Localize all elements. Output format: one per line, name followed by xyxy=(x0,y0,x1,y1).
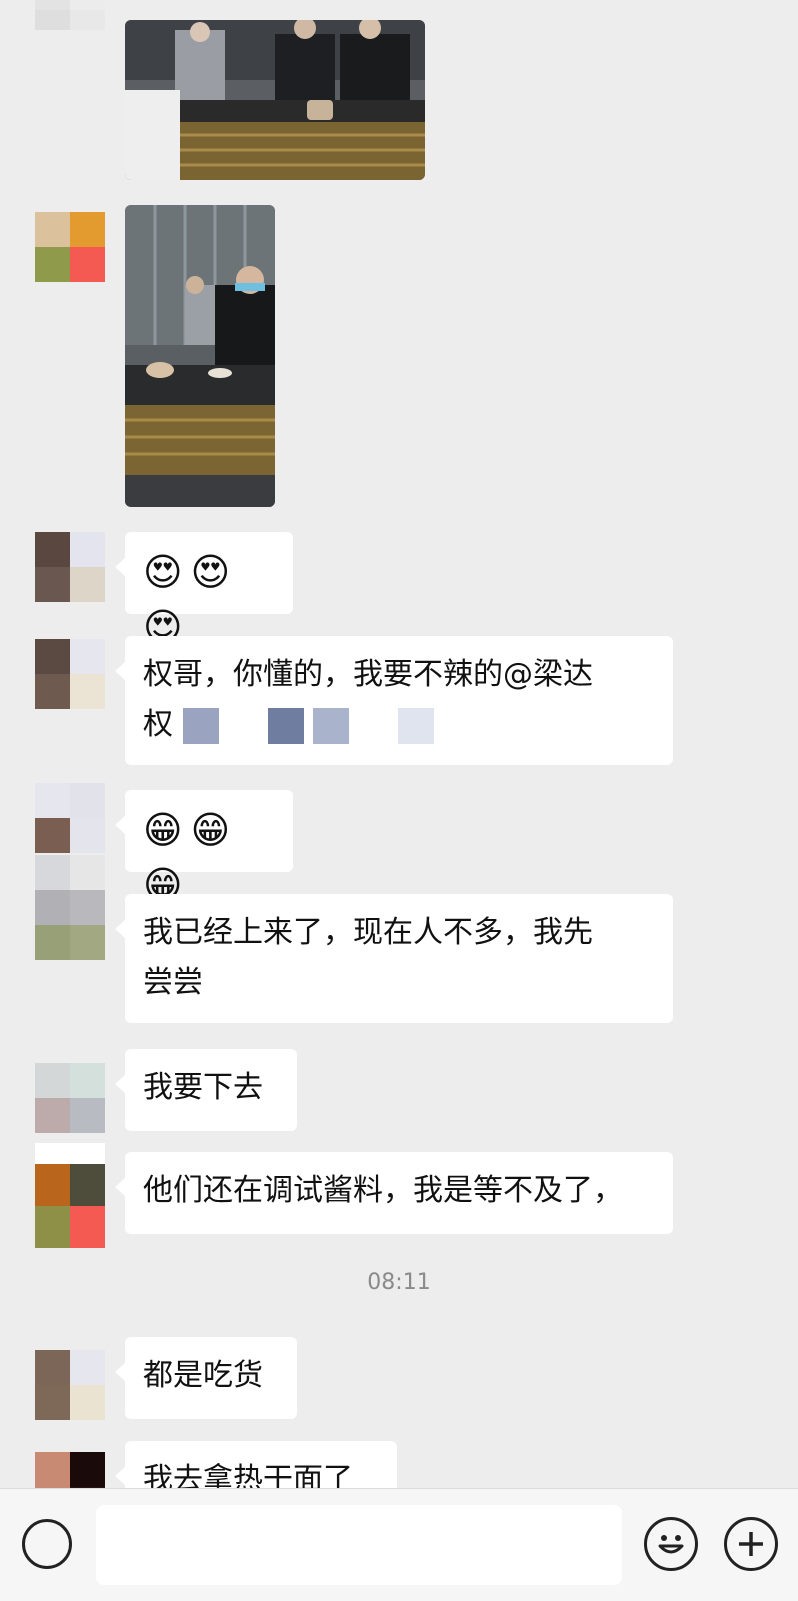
heart-eyes-emoji: 😍😍😍 xyxy=(143,550,239,649)
avatar[interactable] xyxy=(35,1452,105,1488)
message-bubble[interactable]: 我去拿热干面了 xyxy=(115,1441,397,1488)
avatar[interactable] xyxy=(35,783,105,853)
message-text-line: 权 xyxy=(143,700,655,750)
message-text: 都是吃货 xyxy=(143,1358,263,1393)
timestamp: 08:11 xyxy=(367,1270,431,1295)
message-text-line: 我已经上来了，现在人不多，我先 xyxy=(143,915,593,950)
emoji-face-icon[interactable] xyxy=(644,1517,698,1571)
avatar[interactable] xyxy=(35,1350,105,1420)
message-bubble[interactable]: 他们还在调试酱料，我是等不及了， xyxy=(115,1152,673,1234)
blurred-mention xyxy=(228,707,259,744)
message-text: 我要下去 xyxy=(143,1070,263,1105)
blurred-mention xyxy=(313,707,350,744)
message-bubble[interactable]: 都是吃货 xyxy=(115,1337,297,1419)
avatar[interactable] xyxy=(35,639,105,709)
message-bubble[interactable]: 😁😁😁 xyxy=(115,790,293,907)
voice-icon[interactable] xyxy=(22,1519,72,1569)
shared-photo[interactable] xyxy=(125,205,275,507)
message-text-line: 权哥，你懂的，我要不辣的@梁达 xyxy=(143,657,593,692)
blurred-mention xyxy=(182,707,219,744)
avatar[interactable] xyxy=(35,212,105,282)
grinning-emoji: 😁😁😁 xyxy=(143,808,239,907)
plus-icon[interactable] xyxy=(724,1517,778,1571)
blurred-mention xyxy=(267,707,304,744)
message-text: 我去拿热干面了 xyxy=(143,1462,353,1488)
blurred-mention xyxy=(398,707,435,744)
shared-photo[interactable] xyxy=(125,20,425,180)
message-bubble[interactable]: 我要下去 xyxy=(115,1049,297,1131)
message-input[interactable] xyxy=(96,1505,622,1585)
avatar[interactable] xyxy=(35,1143,105,1248)
chat-area[interactable]: 😍😍😍 权哥，你懂的，我要不辣的@梁达 权 😁😁😁 我已经上来了，现在人不多，我… xyxy=(0,0,798,1488)
avatar[interactable] xyxy=(35,532,105,602)
message-bubble[interactable]: 😍😍😍 xyxy=(115,532,293,649)
avatar[interactable] xyxy=(35,1063,105,1133)
avatar[interactable] xyxy=(35,0,105,30)
message-text: 他们还在调试酱料，我是等不及了， xyxy=(143,1173,623,1208)
avatar[interactable] xyxy=(35,855,105,960)
message-bubble[interactable]: 权哥，你懂的，我要不辣的@梁达 权 xyxy=(115,636,673,765)
message-text: 权 xyxy=(143,707,173,742)
message-text-line: 尝尝 xyxy=(143,965,203,1000)
blurred-mention xyxy=(358,707,389,744)
input-toolbar xyxy=(0,1488,798,1601)
message-bubble[interactable]: 我已经上来了，现在人不多，我先 尝尝 xyxy=(115,894,673,1023)
